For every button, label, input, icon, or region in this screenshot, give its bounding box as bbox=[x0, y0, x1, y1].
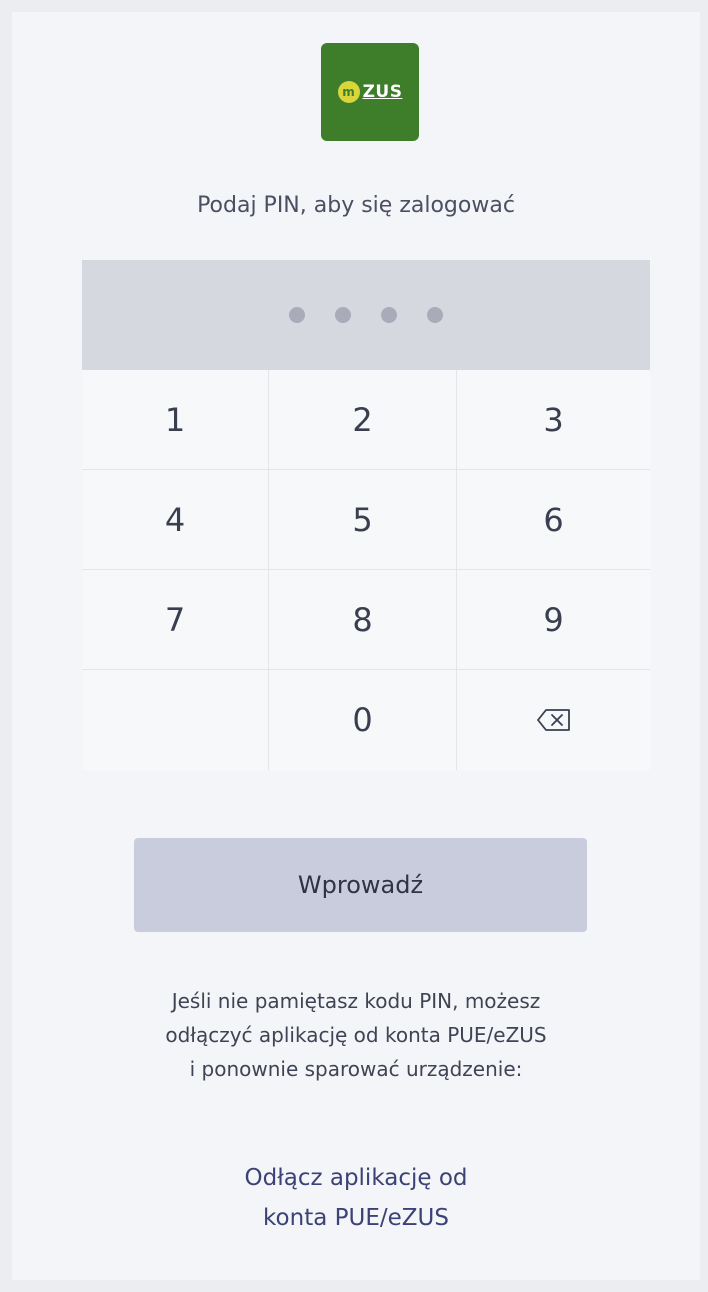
pin-dot bbox=[335, 307, 351, 323]
forgot-pin-help: Jeśli nie pamiętasz kodu PIN, możesz odł… bbox=[12, 984, 700, 1086]
help-line: Jeśli nie pamiętasz kodu PIN, możesz bbox=[171, 989, 541, 1013]
pin-prompt: Podaj PIN, aby się zalogować bbox=[197, 193, 515, 218]
key-3[interactable]: 3 bbox=[457, 370, 650, 470]
logo-text: ZUS bbox=[362, 82, 403, 102]
logo-m-badge: m bbox=[337, 81, 360, 103]
unlink-line: Odłącz aplikację od bbox=[244, 1165, 468, 1191]
login-screen: m ZUS Podaj PIN, aby się zalogować 1 2 3… bbox=[12, 12, 700, 1280]
logo-mark: m ZUS bbox=[337, 81, 403, 103]
pin-dot bbox=[289, 307, 305, 323]
key-4[interactable]: 4 bbox=[82, 470, 269, 570]
key-empty bbox=[82, 670, 269, 770]
pin-display bbox=[82, 260, 650, 370]
key-0[interactable]: 0 bbox=[269, 670, 457, 770]
key-2[interactable]: 2 bbox=[269, 370, 457, 470]
unlink-app-link[interactable]: Odłącz aplikację od konta PUE/eZUS bbox=[12, 1158, 700, 1238]
key-6[interactable]: 6 bbox=[457, 470, 650, 570]
key-7[interactable]: 7 bbox=[82, 570, 269, 670]
submit-button[interactable]: Wprowadź bbox=[134, 838, 587, 932]
backspace-button[interactable] bbox=[457, 670, 650, 770]
backspace-icon bbox=[536, 709, 571, 731]
unlink-line: konta PUE/eZUS bbox=[263, 1205, 449, 1231]
help-line: odłączyć aplikację od konta PUE/eZUS bbox=[165, 1023, 547, 1047]
key-9[interactable]: 9 bbox=[457, 570, 650, 670]
help-line: i ponownie sparować urządzenie: bbox=[189, 1057, 523, 1081]
pin-dot bbox=[427, 307, 443, 323]
mzus-logo: m ZUS bbox=[321, 43, 419, 141]
pin-keypad: 1 2 3 4 5 6 7 8 9 0 bbox=[82, 370, 650, 770]
pin-dot bbox=[381, 307, 397, 323]
key-1[interactable]: 1 bbox=[82, 370, 269, 470]
key-8[interactable]: 8 bbox=[269, 570, 457, 670]
key-5[interactable]: 5 bbox=[269, 470, 457, 570]
